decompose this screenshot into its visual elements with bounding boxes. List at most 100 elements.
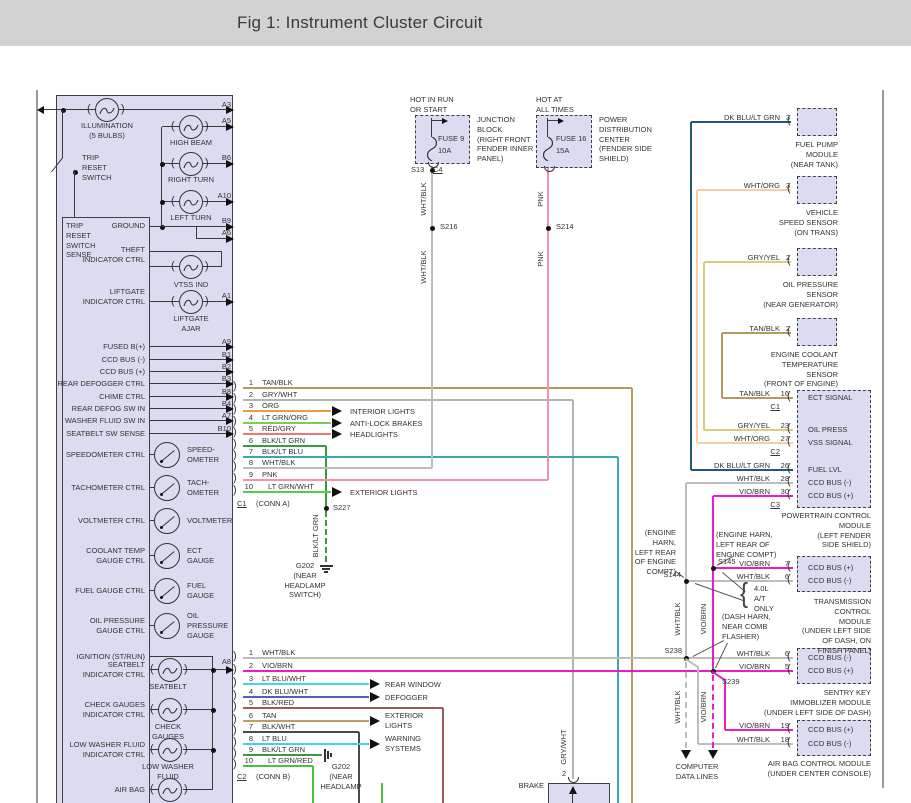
label: WASHER FLUID SW IN <box>65 416 145 426</box>
label: FUEL LVL <box>808 465 842 475</box>
label: SEATBELT SW SENSE <box>66 429 145 439</box>
wire-v <box>721 333 723 398</box>
label: (ENGINE HARN, LEFT REAR OF ENGINE COMPT) <box>716 530 776 559</box>
bulb-filament-icon <box>162 664 178 676</box>
label: TAN/BLK <box>739 389 770 399</box>
wire-name-rotated: GRY/WHT <box>559 729 569 764</box>
label: (ENGINE HARN, LEFT REAR OF ENGINE COMPT) <box>635 528 676 577</box>
label: 1 <box>249 648 253 658</box>
label: B3 <box>222 374 231 384</box>
label: VSS SIGNAL <box>808 438 853 448</box>
splice-dot <box>160 596 163 599</box>
wire-v <box>690 122 692 470</box>
label: 19 <box>781 721 789 731</box>
label: VOLTMETER CTRL <box>78 516 145 526</box>
label: SPEEDOMETER CTRL <box>66 450 145 460</box>
label: 9 <box>249 470 253 480</box>
label: DK BLU/WHT <box>262 687 308 697</box>
label: EXTERIOR LIGHTS <box>350 488 418 498</box>
label: GRY/WHT <box>262 390 297 400</box>
label: WHT/ORG <box>744 181 780 191</box>
label: CCD BUS (-) <box>808 739 851 749</box>
label: ANTI-LOCK BRAKES <box>350 419 423 429</box>
wire-v <box>685 483 687 658</box>
wire-h <box>150 359 233 360</box>
label: OIL PRESSURE SENSOR (NEAR GENERATOR) <box>763 280 838 309</box>
label: COMPUTER DATA LINES <box>676 762 719 782</box>
label: 7 <box>249 722 253 732</box>
splice-dot <box>211 668 216 673</box>
label: POWERTRAIN CONTROL MODULE (LEFT FENDER S… <box>782 511 871 550</box>
wire-h <box>119 109 233 110</box>
wiring-diagram-page: Fig 1: Instrument Cluster Circuit ()()()… <box>0 0 911 803</box>
label: WHT/BLK <box>737 474 770 484</box>
label: 30 <box>781 487 789 497</box>
splice-dot <box>324 506 329 511</box>
connector-chevron-icon: ) <box>233 473 237 484</box>
wire-v <box>312 766 314 803</box>
label: S216 <box>440 222 458 232</box>
label: FUSED B(+) <box>103 342 145 352</box>
bulb-filament-icon <box>183 296 199 308</box>
connector-chevron-icon: ( <box>150 784 154 795</box>
label: OIL PRESS <box>808 425 847 435</box>
label: BRAKE <box>519 781 544 791</box>
wire-v <box>617 457 619 803</box>
label: C2 <box>237 772 247 782</box>
wire-name-rotated: VIO/BRN <box>699 692 709 723</box>
wire-h <box>150 396 233 397</box>
label: S227 <box>333 503 351 513</box>
connector-chevron-icon: ( <box>171 196 175 207</box>
label: 26 <box>781 461 789 471</box>
label: FUEL PUMP MODULE (NEAR TANK) <box>791 140 838 169</box>
label: 10 <box>245 482 253 492</box>
diagram-frame-left <box>36 90 38 803</box>
label: EXTERIOR LIGHTS <box>385 711 423 731</box>
label: WHT/BLK <box>262 458 295 468</box>
label: SENTRY KEY IMMOBLIZER MODULE (UNDER LEFT… <box>764 688 871 717</box>
wire-v <box>381 783 383 803</box>
label: ECT GAUGE <box>187 546 214 566</box>
wire-h <box>548 120 558 121</box>
label: A1 <box>222 291 231 301</box>
label: LT GRN/WHT <box>268 482 314 492</box>
label: BLK/RED <box>262 698 294 708</box>
wire-h <box>150 371 233 372</box>
label: TACH- OMETER <box>187 478 219 498</box>
wire-name-rotated: WHT/BLK <box>419 250 429 283</box>
arrow-right-icon <box>332 429 342 439</box>
label: OIL PRESSURE GAUGE <box>187 611 228 640</box>
label: TAN/BLK <box>262 378 293 388</box>
label: SPEED- OMETER <box>187 445 219 465</box>
connector-chevron-icon: ) <box>205 261 209 272</box>
wire-v <box>547 168 549 480</box>
arrow-right-icon <box>370 716 380 726</box>
label: CHECK GAUGES INDICATOR CTRL <box>83 700 145 720</box>
label: TRANSMISSION CONTROL MODULE (UNDER LEFT … <box>802 597 871 656</box>
label: BLK/LT GRN <box>262 436 305 446</box>
wire-v <box>325 511 327 562</box>
label: 8 <box>249 734 253 744</box>
connector-chevron-icon: ) <box>233 759 237 770</box>
bulb-filament-icon <box>183 121 199 133</box>
label: REAR DEFOGGER CTRL <box>57 379 145 389</box>
wire-h <box>150 383 233 384</box>
label: 4.0L A/T ONLY <box>754 584 774 613</box>
label: 9 <box>249 745 253 755</box>
bulb-filament-icon <box>162 744 178 756</box>
label: AIR BAG <box>115 785 145 795</box>
label: ENGINE COOLANT TEMPERATURE SENSOR (FRONT… <box>764 350 838 389</box>
label: G202 (NEAR HEADLAMP SWITCH) <box>284 561 325 600</box>
label: BLK/WHT <box>262 722 295 732</box>
splice-dot <box>160 561 163 564</box>
label: POWER DISTRIBUTION CENTER (FENDER SIDE S… <box>599 115 652 164</box>
label: S13 <box>411 165 424 175</box>
label: 28 <box>781 474 789 484</box>
label: OIL PRESSURE GAUGE CTRL <box>90 616 145 636</box>
label: WHT/BLK <box>737 572 770 582</box>
connector-chevron-icon: ) <box>233 664 237 675</box>
connector-chevron-icon: ( <box>171 121 175 132</box>
label: BLK/LT BLU <box>262 447 303 457</box>
label: CCD BUS (+) <box>808 491 853 501</box>
splice-dot <box>160 200 165 205</box>
